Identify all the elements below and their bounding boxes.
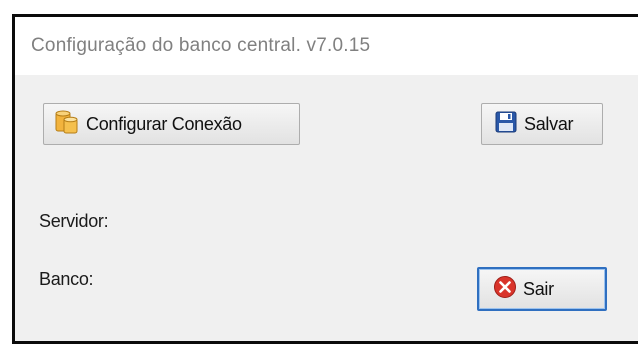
sair-button[interactable]: Sair <box>477 267 607 311</box>
floppy-disk-icon <box>494 110 518 139</box>
configurar-conexao-label: Configurar Conexão <box>86 113 242 134</box>
title-bar[interactable]: Configuração do banco central. v7.0.15 <box>15 17 638 75</box>
database-icon <box>54 109 80 140</box>
config-window: Configuração do banco central. v7.0.15 C… <box>12 14 638 344</box>
close-icon <box>493 275 517 304</box>
window-title: Configuração do banco central. v7.0.15 <box>31 35 371 56</box>
salvar-label: Salvar <box>524 113 574 134</box>
banco-label: Banco: <box>39 269 94 289</box>
sair-label: Sair <box>523 278 554 299</box>
configurar-conexao-button[interactable]: Configurar Conexão <box>43 103 300 145</box>
servidor-label: Servidor: <box>39 211 109 231</box>
salvar-button[interactable]: Salvar <box>481 103 603 145</box>
